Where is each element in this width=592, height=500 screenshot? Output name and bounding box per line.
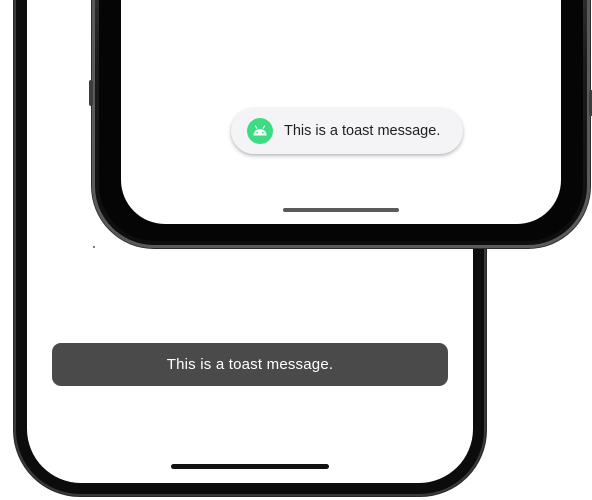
android-toast-message: This is a toast message.: [284, 123, 441, 139]
android-phone-frame: This is a toast message.: [89, 0, 592, 248]
mockup-stage: This is a toast message. This is a toast…: [0, 0, 592, 500]
android-toast: This is a toast message.: [231, 108, 463, 154]
ios-toast-message: This is a toast message.: [166, 356, 334, 373]
stray-dot: [93, 246, 95, 248]
ios-home-indicator[interactable]: [171, 464, 329, 469]
android-phone-bezel: This is a toast message.: [99, 0, 583, 241]
android-robot-icon: [247, 118, 273, 144]
ios-toast: This is a toast message.: [52, 343, 448, 386]
left-side-button: [89, 80, 93, 106]
android-phone-screen: This is a toast message.: [121, 0, 561, 224]
android-gesture-bar[interactable]: [283, 208, 399, 212]
